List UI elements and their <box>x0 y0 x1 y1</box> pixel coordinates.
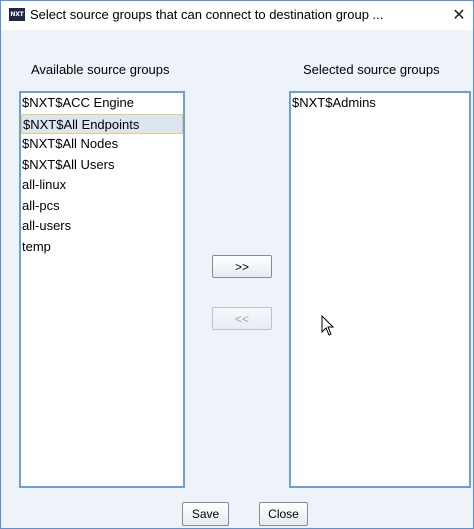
add-button[interactable]: >> <box>212 255 272 278</box>
remove-button[interactable]: << <box>212 307 272 330</box>
available-groups-list[interactable]: $NXT$ACC Engine $NXT$All Endpoints $NXT$… <box>19 91 185 488</box>
list-item[interactable]: $NXT$ACC Engine <box>21 93 183 114</box>
list-item[interactable]: all-users <box>21 216 183 237</box>
list-item[interactable]: all-linux <box>21 175 183 196</box>
close-window-icon[interactable]: ✕ <box>448 3 470 27</box>
save-button[interactable]: Save <box>182 502 229 526</box>
close-button[interactable]: Close <box>259 502 308 526</box>
window-title: Select source groups that can connect to… <box>30 7 384 22</box>
list-item-selected[interactable]: $NXT$All Endpoints <box>21 113 183 134</box>
selected-groups-list[interactable]: $NXT$Admins <box>289 91 471 488</box>
selected-groups-label: Selected source groups <box>303 62 440 77</box>
list-item[interactable]: $NXT$All Users <box>21 155 183 176</box>
list-item[interactable]: all-pcs <box>21 196 183 217</box>
list-item[interactable]: temp <box>21 237 183 258</box>
available-groups-label: Available source groups <box>31 62 170 77</box>
dialog-window: NXT Select source groups that can connec… <box>0 0 474 529</box>
list-item[interactable]: $NXT$Admins <box>291 93 469 114</box>
title-bar[interactable]: NXT Select source groups that can connec… <box>1 1 473 30</box>
app-icon: NXT <box>9 8 25 21</box>
list-item[interactable]: $NXT$All Nodes <box>21 134 183 155</box>
mouse-pointer-icon <box>321 315 335 336</box>
